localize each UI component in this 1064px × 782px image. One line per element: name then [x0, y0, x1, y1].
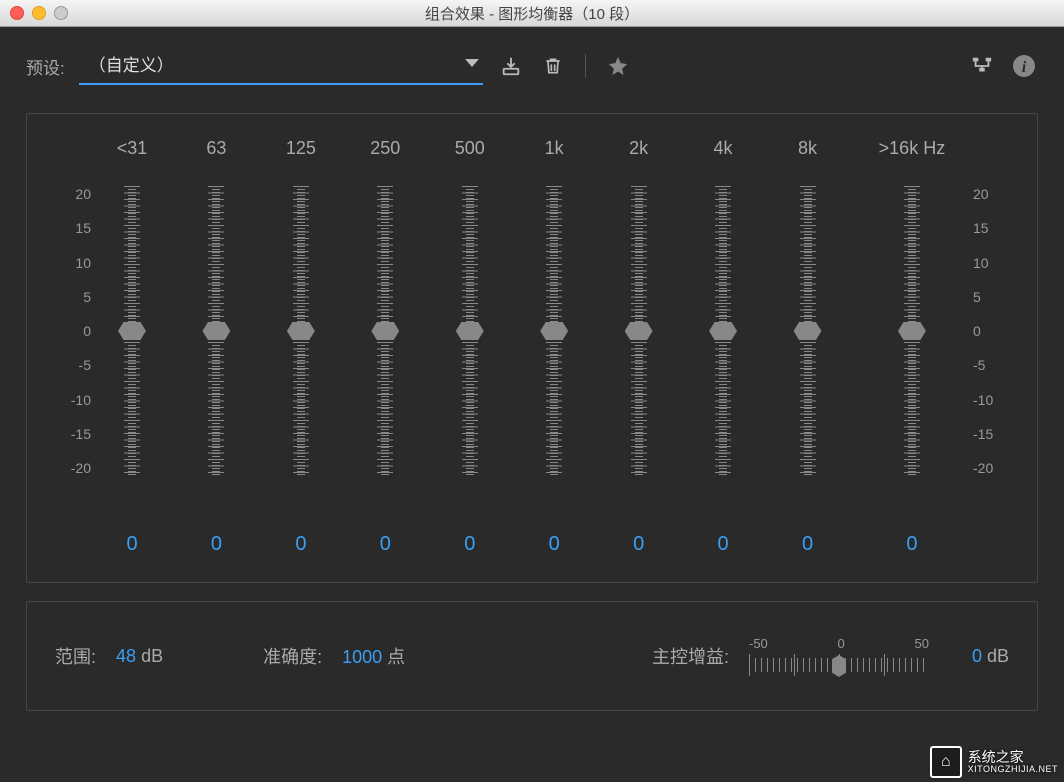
- accuracy-value[interactable]: 1000: [342, 647, 382, 667]
- info-button[interactable]: i: [1010, 52, 1038, 80]
- range-value[interactable]: 48: [116, 646, 136, 666]
- band-label: >16k Hz: [857, 138, 967, 160]
- band-labels-row: <31 63 125 250 500 1k 2k 4k 8k >16k Hz: [97, 138, 967, 178]
- master-gain-value[interactable]: 0: [972, 646, 982, 666]
- save-preset-button[interactable]: [497, 52, 525, 80]
- band-slider[interactable]: [519, 186, 589, 476]
- delete-preset-button[interactable]: [539, 52, 567, 80]
- preset-dropdown[interactable]: （自定义）: [79, 47, 483, 85]
- band-slider[interactable]: [266, 186, 336, 476]
- accuracy-label: 准确度:: [263, 643, 322, 669]
- separator: [585, 54, 586, 78]
- band-slider[interactable]: [604, 186, 674, 476]
- band-label: 1k: [519, 138, 589, 160]
- band-label: 4k: [688, 138, 758, 160]
- band-value[interactable]: 0: [97, 533, 167, 556]
- routing-button[interactable]: [968, 52, 996, 80]
- accuracy-unit: 点: [387, 647, 405, 667]
- band-values-row: 0 0 0 0 0 0 0 0 0 0: [97, 533, 967, 556]
- band-value[interactable]: 0: [857, 533, 967, 556]
- band-slider[interactable]: [350, 186, 420, 476]
- band-value[interactable]: 0: [604, 533, 674, 556]
- range-unit: dB: [141, 646, 163, 666]
- band-label: 125: [266, 138, 336, 160]
- band-value[interactable]: 0: [519, 533, 589, 556]
- window-title: 组合效果 - 图形均衡器（10 段）: [0, 3, 1064, 24]
- band-value[interactable]: 0: [435, 533, 505, 556]
- home-icon: ⌂: [930, 746, 962, 778]
- slider-thumb[interactable]: [709, 322, 737, 340]
- slider-thumb[interactable]: [540, 322, 568, 340]
- scale-left: 20 15 10 5 0 -5 -10 -15 -20: [61, 186, 91, 476]
- slider-thumb[interactable]: [287, 322, 315, 340]
- slider-thumb[interactable]: [456, 322, 484, 340]
- preset-label: 预设:: [26, 54, 65, 79]
- scale-right: 20 15 10 5 0 -5 -10 -15 -20: [973, 186, 1003, 476]
- slider-thumb[interactable]: [625, 322, 653, 340]
- band-label: 500: [435, 138, 505, 160]
- slider-thumb[interactable]: [898, 322, 926, 340]
- band-slider[interactable]: [857, 186, 967, 476]
- band-slider[interactable]: [181, 186, 251, 476]
- band-value[interactable]: 0: [266, 533, 336, 556]
- band-label: 250: [350, 138, 420, 160]
- band-slider[interactable]: [688, 186, 758, 476]
- footer-panel: 范围: 48 dB 准确度: 1000 点 主控增益: -50 0 50 0 d…: [26, 601, 1038, 711]
- slider-thumb[interactable]: [794, 322, 822, 340]
- band-label: 8k: [773, 138, 843, 160]
- slider-thumb[interactable]: [371, 322, 399, 340]
- svg-text:i: i: [1022, 59, 1027, 76]
- master-gain-unit: dB: [987, 646, 1009, 666]
- band-value[interactable]: 0: [181, 533, 251, 556]
- band-label: 63: [181, 138, 251, 160]
- band-slider[interactable]: [97, 186, 167, 476]
- toolbar: 预设: （自定义） i: [26, 47, 1038, 85]
- band-slider[interactable]: [773, 186, 843, 476]
- band-label: 2k: [604, 138, 674, 160]
- favorite-button[interactable]: [604, 52, 632, 80]
- band-value[interactable]: 0: [688, 533, 758, 556]
- band-slider[interactable]: [435, 186, 505, 476]
- slider-thumb[interactable]: [832, 655, 846, 677]
- slider-thumb[interactable]: [118, 322, 146, 340]
- band-value[interactable]: 0: [350, 533, 420, 556]
- window-titlebar: 组合效果 - 图形均衡器（10 段）: [0, 0, 1064, 27]
- master-gain-label: 主控增益:: [652, 643, 729, 669]
- band-label: <31: [97, 138, 167, 160]
- equalizer-panel: 20 15 10 5 0 -5 -10 -15 -20 20 15 10 5 0…: [26, 113, 1038, 583]
- band-value[interactable]: 0: [773, 533, 843, 556]
- slider-thumb[interactable]: [202, 322, 230, 340]
- master-gain-slider[interactable]: -50 0 50: [749, 636, 929, 676]
- watermark: ⌂ 系统之家 XITONGZHIJIA.NET: [930, 746, 1058, 778]
- preset-value: （自定义）: [89, 51, 174, 76]
- range-label: 范围:: [55, 643, 96, 669]
- chevron-down-icon: [465, 59, 479, 67]
